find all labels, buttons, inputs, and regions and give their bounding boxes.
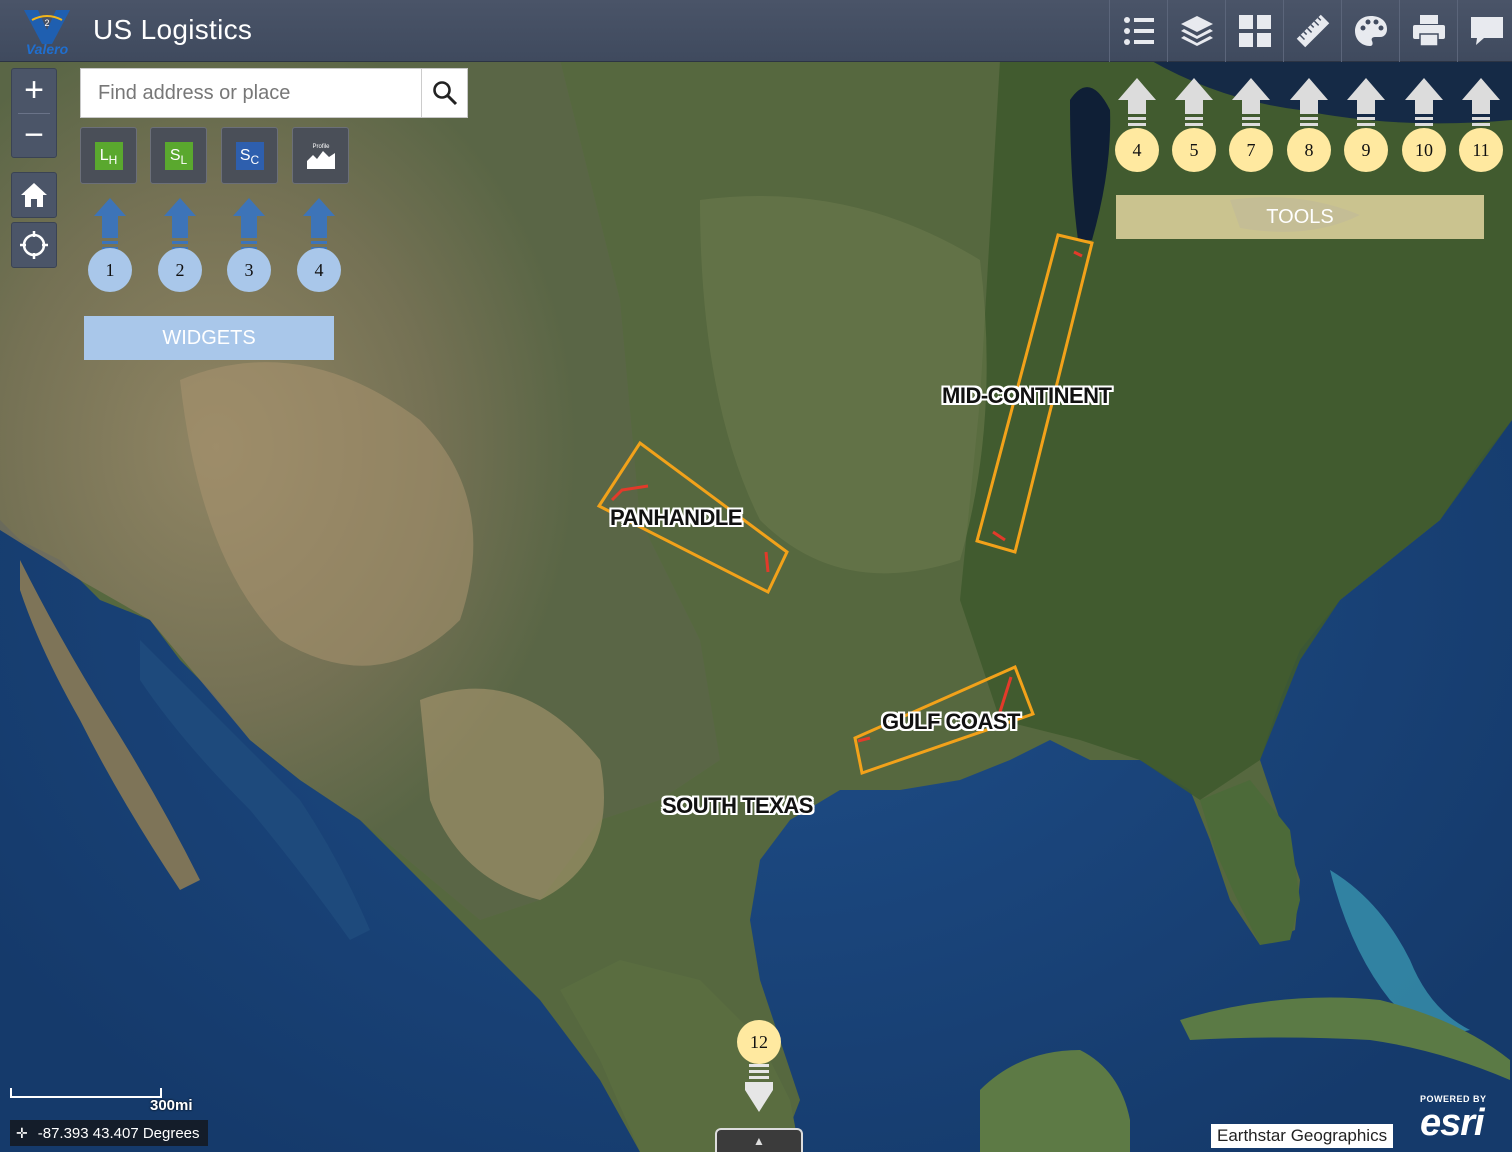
widget-callout-2: 2 — [158, 248, 202, 292]
widgets-banner: WIDGETS — [84, 316, 334, 360]
tool-arrows — [1118, 78, 1500, 126]
widget-callout-3: 3 — [227, 248, 271, 292]
tool-callout-basemap: 7 — [1229, 128, 1273, 172]
tool-callout-measure: 8 — [1287, 128, 1331, 172]
tool-callout-print: 10 — [1402, 128, 1446, 172]
coordinate-display[interactable]: ✛ -87.393 43.407 Degrees — [10, 1120, 208, 1146]
tool-callout-draw: 9 — [1344, 128, 1388, 172]
region-label-gulf-coast[interactable]: GULF COAST — [882, 709, 1021, 735]
esri-wordmark: esri — [1420, 1102, 1485, 1144]
attribute-drawer-toggle[interactable]: ▲ — [715, 1128, 803, 1152]
drawer-callout: 12 — [737, 1020, 781, 1064]
region-label-panhandle[interactable]: PANHANDLE — [610, 505, 742, 531]
crosshair-icon: ✛ — [16, 1124, 28, 1141]
tool-callout-layers: 5 — [1172, 128, 1216, 172]
region-label-mid-continent[interactable]: MID-CONTINENT — [942, 383, 1112, 409]
tools-banner: TOOLS — [1116, 195, 1484, 239]
coordinate-text: -87.393 43.407 Degrees — [37, 1124, 200, 1142]
map-attribution: Earthstar Geographics — [1211, 1124, 1394, 1148]
widget-callout-4: 4 — [297, 248, 341, 292]
region-label-south-texas[interactable]: SOUTH TEXAS — [662, 793, 813, 819]
chevron-up-icon: ▲ — [753, 1134, 765, 1148]
scale-label: 300mi — [150, 1097, 193, 1114]
tool-callout-legend: 4 — [1115, 128, 1159, 172]
esri-logo: POWERED BY esri — [1420, 1094, 1487, 1142]
scale-bar — [10, 1088, 162, 1098]
bottom-arrow — [745, 1064, 773, 1112]
callout-arrows — [94, 78, 1500, 1112]
tool-callout-feedback: 11 — [1459, 128, 1503, 172]
widget-callout-1: 1 — [88, 248, 132, 292]
widget-arrows — [94, 198, 335, 250]
